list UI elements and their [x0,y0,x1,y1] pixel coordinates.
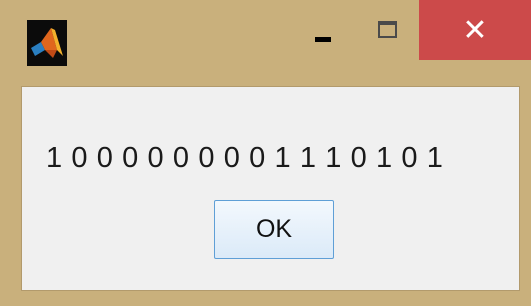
maximize-icon [378,21,397,38]
minimize-button[interactable] [303,10,343,50]
message-dialog-window: ✕ 1 0 0 0 0 0 0 0 0 1 1 1 0 1 0 1 OK [0,0,531,306]
maximize-button[interactable] [367,10,409,50]
ok-button[interactable]: OK [214,200,334,259]
dialog-content: 1 0 0 0 0 0 0 0 0 1 1 1 0 1 0 1 OK [21,86,520,291]
ok-button-label: OK [255,215,293,243]
message-text: 1 0 0 0 0 0 0 0 0 1 1 1 0 1 0 1 [46,142,444,174]
title-bar[interactable]: ✕ [0,0,531,80]
minimize-icon [315,37,331,42]
close-icon: ✕ [462,12,488,48]
matlab-logo-icon [27,20,67,66]
close-button[interactable]: ✕ [419,0,531,60]
